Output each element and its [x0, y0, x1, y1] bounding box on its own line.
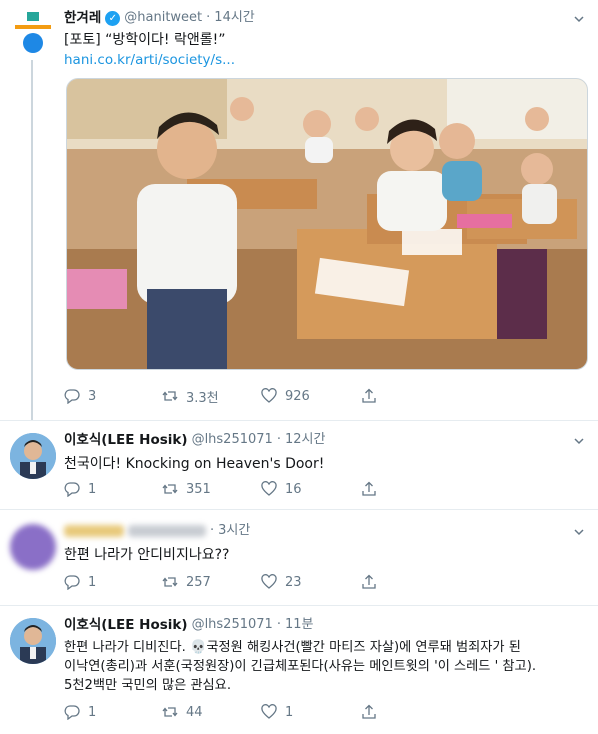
like-count: 926	[285, 388, 310, 404]
author-name-blurred[interactable]	[64, 525, 124, 537]
retweet-count: 3.3천	[186, 390, 219, 406]
avatar[interactable]	[10, 524, 56, 570]
chevron-down-icon[interactable]	[574, 14, 584, 24]
person-photo-icon	[10, 618, 56, 664]
retweet-count: 257	[186, 574, 211, 590]
tweet-text-line: 이낙연(총리)과 서훈(국정원장)이 긴급체포된다(사유는 메인트윗의 '이 스…	[64, 659, 537, 674]
tweet-text: [포토] “방학이다! 락앤롤!”	[64, 32, 226, 48]
share-button[interactable]	[361, 481, 461, 497]
reply-button[interactable]: 1	[64, 481, 162, 497]
retweet-icon	[162, 577, 178, 587]
reply-button[interactable]: 1	[64, 574, 162, 590]
timestamp[interactable]: 3시간	[218, 522, 250, 540]
reply-button[interactable]: 1	[64, 704, 162, 720]
author-handle[interactable]: @lhs251071	[192, 616, 273, 634]
author-handle-blurred[interactable]	[128, 525, 206, 537]
reply-button[interactable]: 3	[64, 388, 162, 404]
person-photo-icon	[10, 433, 56, 479]
tweet-text: 한편 나라가 디비진다. 💀국정원 해킹사건(빨간 마티즈 자살)에 연루돼 범…	[64, 638, 586, 695]
heart-icon	[261, 574, 277, 589]
retweet-button[interactable]: 44	[162, 704, 261, 720]
thread-line	[31, 60, 33, 420]
reply-icon	[64, 389, 80, 404]
tweet-actions: 1 351 16	[64, 479, 461, 499]
share-icon	[362, 574, 376, 589]
author-name[interactable]: 이호식(LEE Hosik)	[64, 616, 188, 634]
tweet-actions: 1 44 1	[64, 702, 461, 722]
like-button[interactable]: 1	[261, 704, 361, 720]
heart-icon	[261, 481, 277, 496]
separator-dot: ·	[276, 432, 281, 447]
tweet-photo[interactable]	[66, 78, 588, 370]
share-icon	[362, 481, 376, 496]
chevron-down-icon[interactable]	[574, 436, 584, 446]
author-name[interactable]: 한겨레	[64, 9, 101, 27]
like-button[interactable]: 16	[261, 481, 361, 497]
reply-count: 1	[88, 704, 97, 720]
share-button[interactable]	[361, 388, 461, 404]
timestamp[interactable]: 12시간	[285, 431, 325, 449]
author-name[interactable]: 이호식(LEE Hosik)	[64, 431, 188, 449]
reply-icon	[64, 705, 80, 720]
tweet-reply-2[interactable]: · 3시간 한편 나라가 안디비지나요?? 1 257 23	[0, 510, 598, 605]
separator-dot: ·	[276, 617, 281, 632]
reply-icon	[64, 482, 80, 497]
author-handle[interactable]: @hanitweet	[124, 9, 202, 27]
tweet-link[interactable]: hani.co.kr/arti/society/s...	[64, 51, 586, 70]
heart-icon	[261, 388, 277, 403]
heart-icon	[261, 704, 277, 719]
reply-count: 1	[88, 574, 97, 590]
share-icon	[362, 388, 376, 403]
tweet-actions: 1 257 23	[64, 572, 461, 592]
share-icon	[362, 704, 376, 719]
reply-count: 1	[88, 481, 97, 497]
like-button[interactable]: 23	[261, 574, 361, 590]
verified-badge-icon: ✓	[105, 10, 121, 26]
retweet-count: 44	[186, 704, 203, 720]
like-count: 16	[285, 481, 302, 497]
timestamp[interactable]: 14시간	[214, 9, 254, 27]
separator-dot: ·	[206, 10, 211, 25]
reply-icon	[64, 575, 80, 590]
tweet-reply-3[interactable]: 이호식(LEE Hosik) @lhs251071 · 11분 한편 나라가 디…	[0, 606, 598, 734]
tweet-text: 천국이다! Knocking on Heaven's Door!	[64, 456, 325, 472]
retweet-button[interactable]: 3.3천	[162, 387, 261, 406]
tweet-text-line: 5천2백만 국민의 많은 관심요.	[64, 678, 232, 693]
tweet-hani[interactable]: 한겨레 ✓ @hanitweet · 14시간 [포토] “방학이다! 락앤롤!…	[0, 0, 598, 420]
like-button[interactable]: 926	[261, 388, 361, 404]
retweet-icon	[162, 707, 178, 717]
tweet-text-line: 한편 나라가 디비진다. 💀국정원 해킹사건(빨간 마티즈 자살)에 연루돼 범…	[64, 640, 521, 655]
share-button[interactable]	[361, 574, 461, 590]
retweet-button[interactable]: 257	[162, 574, 261, 590]
tweet-actions: 3 3.3천 926	[64, 386, 461, 406]
classroom-photo	[67, 79, 587, 369]
avatar[interactable]	[10, 10, 56, 56]
timestamp[interactable]: 11분	[285, 616, 314, 634]
tweet-text: 한편 나라가 안디비지나요??	[64, 547, 230, 563]
chevron-down-icon[interactable]	[574, 527, 584, 537]
retweet-button[interactable]: 351	[162, 481, 261, 497]
like-count: 1	[285, 704, 294, 720]
tweet-reply-1[interactable]: 이호식(LEE Hosik) @lhs251071 · 12시간 천국이다! K…	[0, 421, 598, 509]
retweet-icon	[162, 484, 178, 494]
retweet-count: 351	[186, 481, 211, 497]
hani-logo-icon	[15, 12, 51, 53]
share-button[interactable]	[361, 704, 461, 720]
author-handle[interactable]: @lhs251071	[192, 431, 273, 449]
avatar[interactable]	[10, 433, 56, 479]
avatar[interactable]	[10, 618, 56, 664]
separator-dot: ·	[210, 523, 215, 538]
retweet-icon	[162, 391, 178, 401]
reply-count: 3	[88, 388, 97, 404]
like-count: 23	[285, 574, 302, 590]
